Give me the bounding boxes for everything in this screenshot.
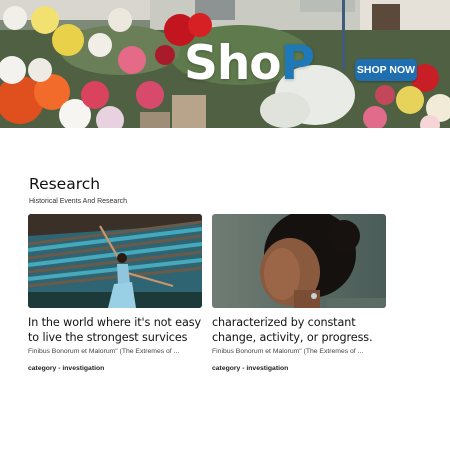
article-card[interactable]: In the world where it's not easy to live… <box>28 214 202 372</box>
section-subtitle: Historical Events And Research <box>29 198 128 205</box>
hero-banner: ShoP SHOP NOW <box>0 0 450 128</box>
dancer-photo[interactable] <box>28 214 202 308</box>
shop-logo[interactable]: ShoP <box>184 36 315 91</box>
card-excerpt: Finibus Bonorum et Malorum" (The Extreme… <box>212 348 364 355</box>
shop-now-button[interactable]: SHOP NOW <box>355 59 417 81</box>
logo-text-part2: P <box>280 36 315 91</box>
article-card[interactable]: characterized by constant change, activi… <box>212 214 386 372</box>
logo-text-part1: Sho <box>184 36 282 91</box>
card-title[interactable]: In the world where it's not easy to live… <box>28 315 208 345</box>
card-category[interactable]: category - investigation <box>28 365 202 372</box>
card-title[interactable]: characterized by constant change, activi… <box>212 315 392 345</box>
card-category[interactable]: category - investigation <box>212 365 386 372</box>
card-excerpt: Finibus Bonorum et Malorum" (The Extreme… <box>28 348 180 355</box>
section-title: Research <box>29 175 101 193</box>
portrait-photo[interactable] <box>212 214 386 308</box>
